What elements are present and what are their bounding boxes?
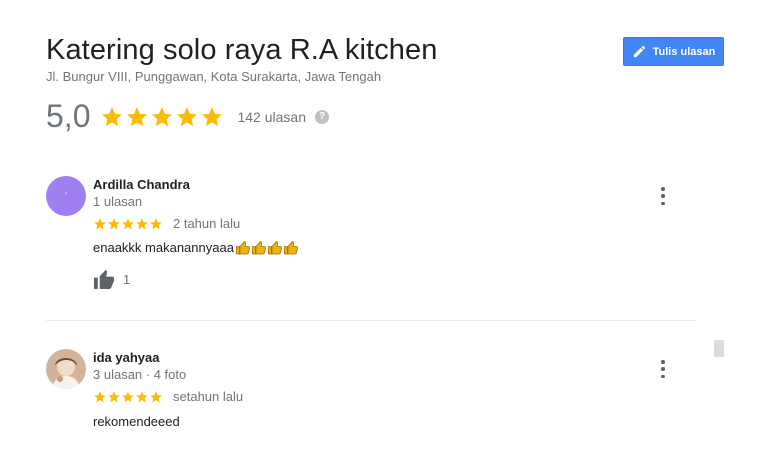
star-icon (136, 390, 148, 402)
star-icon (202, 106, 223, 126)
thumbs-up-icon (94, 269, 115, 290)
place-address: Jl. Bungur VIII, Punggawan, Kota Surakar… (46, 69, 382, 84)
like-count: 1 (123, 272, 131, 287)
write-review-button[interactable]: Tulis ulasan (623, 37, 724, 66)
star-icon (102, 106, 123, 126)
review-time: 2 tahun lalu (173, 216, 241, 231)
review-stars (93, 390, 163, 404)
thumbs-up-emoji-icon (235, 240, 299, 255)
star-icon (108, 390, 120, 402)
star-icon (152, 106, 173, 126)
star-icon (122, 217, 134, 229)
avatar-photo (46, 349, 86, 389)
star-icon (150, 217, 162, 229)
review-rating: 2 tahun lalu (93, 216, 240, 231)
thumbs-up-icon (236, 241, 250, 255)
more-options-icon[interactable] (656, 360, 670, 378)
more-options-icon[interactable] (656, 187, 670, 205)
star-icon (94, 217, 106, 229)
rating-value: 5,0 (46, 98, 91, 134)
star-icon (177, 106, 198, 126)
reviewer-meta: 1 ulasan (93, 194, 143, 209)
star-icon (94, 390, 106, 402)
review-count: 142 ulasan (237, 108, 306, 125)
review-text: rekomendeeed (93, 414, 180, 429)
star-icon (150, 390, 162, 402)
review-stars (93, 217, 163, 231)
review-rating: setahun lalu (93, 389, 243, 404)
reviewer-name[interactable]: ida yahyaa (93, 350, 160, 365)
star-icon (136, 217, 148, 229)
reviewer-meta: 3 ulasan · 4 foto (93, 367, 187, 382)
thumbs-up-icon (252, 241, 266, 255)
reviewer-name[interactable]: Ardilla Chandra (93, 177, 190, 192)
review-text-body: enaakkk makanannyaaa (93, 240, 234, 255)
like-button[interactable]: 1 (93, 269, 130, 290)
pencil-icon (633, 45, 645, 58)
review-text: enaakkk makanannyaaa (93, 240, 299, 255)
star-icon (108, 217, 120, 229)
write-review-label: Tulis ulasan (652, 45, 716, 58)
help-icon[interactable]: ? (315, 109, 329, 124)
scrollbar-thumb[interactable] (714, 340, 724, 357)
avatar[interactable] (46, 349, 86, 389)
thumbs-up-icon (284, 241, 298, 255)
rating-summary: 5,0 142 ulasan ? (46, 98, 329, 135)
divider (46, 320, 696, 321)
avatar[interactable]: ʼ (46, 176, 86, 216)
star-icon (127, 106, 148, 126)
place-title: Katering solo raya R.A kitchen (46, 34, 438, 66)
rating-stars (100, 105, 224, 129)
review-time: setahun lalu (173, 389, 244, 404)
thumbs-up-icon (268, 241, 282, 255)
star-icon (122, 390, 134, 402)
